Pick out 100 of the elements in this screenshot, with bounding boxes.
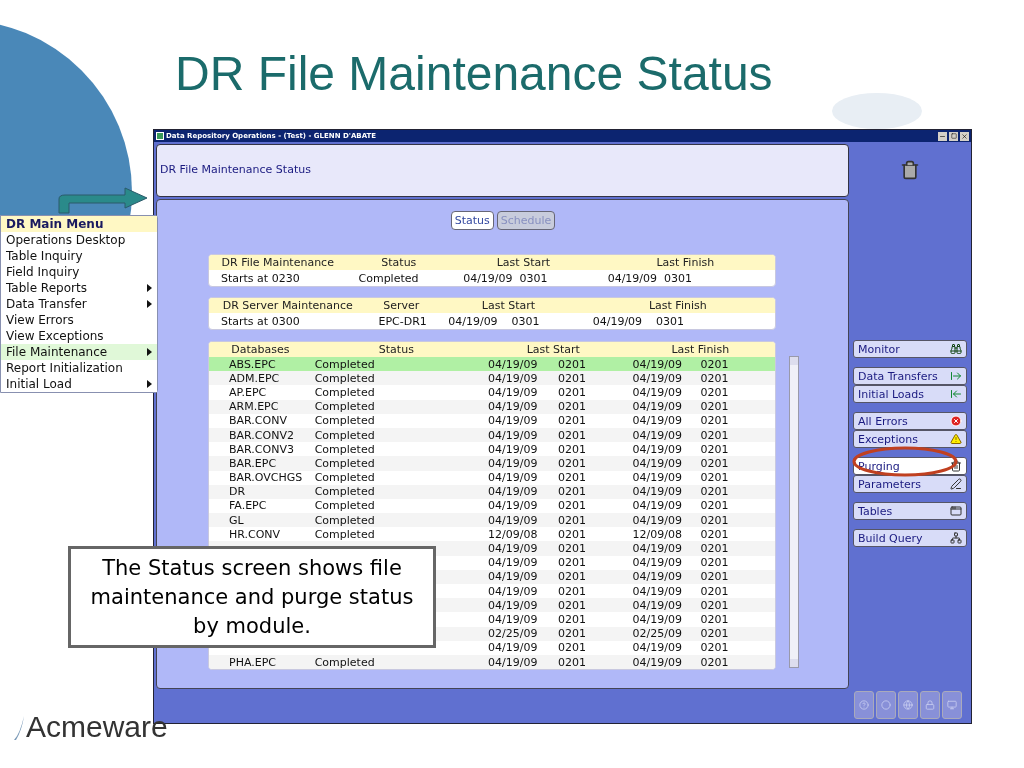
column-header: Last Finish (647, 300, 708, 311)
table-cell-text: 04/19/09 (632, 401, 683, 413)
table-cell-text: 04/19/09 (488, 401, 539, 413)
table-cell: 0201 (700, 472, 729, 484)
table-cell-text: 04/19/09 (632, 571, 683, 583)
table-cell-text: 04/19/09 (488, 557, 539, 569)
table-cell-text: 04/19/09 (488, 415, 539, 427)
table-cell: 0201 (558, 599, 587, 611)
table-cell-text: Completed (313, 358, 376, 370)
table-cell-text: 04/19/09 (632, 457, 683, 469)
company-logo: Acmeware (26, 712, 168, 742)
table-cell-text: 04/19/09 0301 (447, 315, 541, 327)
table-cell: 0201 (700, 415, 729, 427)
table-cell-text: Completed (313, 415, 376, 427)
table-cell-text: 12/09/08 (488, 528, 539, 540)
screen-title: DR File Maintenance Status (160, 162, 311, 179)
column-header: Last Start (525, 344, 581, 355)
table-cell-text: ARM.EPC (228, 401, 280, 413)
table-cell-text: 04/19/09 (632, 557, 683, 569)
table-cell: 0201 (558, 457, 587, 469)
table-cell-text: BAR.CONV2 (228, 429, 295, 441)
table-cell: 0201 (700, 656, 729, 668)
table-cell-text: 04/19/09 (488, 543, 539, 555)
column-header: DR Server Maintenance (221, 300, 354, 311)
table-cell: 0201 (558, 415, 587, 427)
table-cell-text: Starts at 0230 (220, 272, 301, 284)
table-cell-text: Completed (313, 528, 376, 540)
column-header: Status (380, 257, 418, 268)
table-cell-text: 04/19/09 (632, 599, 683, 611)
table-cell: 0201 (558, 372, 587, 384)
table-cell-text: ABS.EPC (228, 358, 277, 370)
table-cell: 0201 (558, 656, 587, 668)
table-cell-text: Completed (313, 457, 376, 469)
table-cell: 0201 (700, 628, 729, 640)
table-cell-text: 04/19/09 (632, 613, 683, 625)
table-cell: 0201 (558, 486, 587, 498)
table-cell-text: 04/19/09 (488, 372, 539, 384)
table-cell-text: Completed (357, 272, 420, 284)
table-cell: 0201 (700, 599, 729, 611)
table-cell: 0201 (558, 528, 587, 540)
table-cell: 0201 (700, 642, 729, 654)
table-cell-text: 04/19/09 (632, 543, 683, 555)
table-cell: 0201 (558, 443, 587, 455)
table-cell-text: AP.EPC (228, 386, 268, 398)
table-cell-text: 04/19/09 (488, 613, 539, 625)
table-cell-text: 02/25/09 (632, 628, 683, 640)
table-cell-text: ADM.EPC (228, 372, 281, 384)
table-cell-text: 04/19/09 (488, 457, 539, 469)
table-cell: 0201 (558, 358, 587, 370)
table-cell-text: BAR.CONV3 (228, 443, 295, 455)
table-cell: 0201 (558, 642, 587, 654)
table-cell-text: 04/19/09 (488, 443, 539, 455)
table-cell-text: 04/19/09 (488, 585, 539, 597)
table-cell-text: Completed (313, 401, 376, 413)
column-header: Server (382, 300, 421, 311)
table-cell: 0201 (558, 543, 587, 555)
column-header: Last Finish (670, 344, 731, 355)
table-cell-text: BAR.CONV (228, 415, 288, 427)
table-cell-text: 04/19/09 0301 (591, 315, 686, 327)
table-cell: 0201 (558, 628, 587, 640)
table-cell: 0201 (558, 585, 587, 597)
table-cell-text: Completed (313, 386, 376, 398)
table-cell: 0201 (700, 613, 729, 625)
table-cell-text: GL (228, 514, 245, 526)
table-cell-text: BAR.OVCHGS (228, 472, 304, 484)
table-cell: 0201 (700, 571, 729, 583)
table-cell: 0201 (700, 457, 729, 469)
table-cell-text: Completed (313, 486, 376, 498)
table-cell: 0201 (700, 372, 729, 384)
table-cell: 0201 (700, 514, 729, 526)
table-cell-text: 04/19/09 (488, 656, 539, 668)
table-cell-text: Completed (313, 656, 376, 668)
table-cell-text: FA.EPC (228, 500, 268, 512)
table-cell-text: 04/19/09 (632, 358, 683, 370)
table-cell-text: 04/19/09 (632, 415, 683, 427)
table-cell-text: 04/19/09 (632, 514, 683, 526)
table-cell-text: 04/19/09 (632, 585, 683, 597)
table-cell-text: 04/19/09 (632, 656, 683, 668)
table-cell-text: 12/09/08 (632, 528, 683, 540)
table-cell: 0201 (700, 386, 729, 398)
table-cell-text: 04/19/09 (632, 386, 683, 398)
table-cell-text: 04/19/09 (488, 571, 539, 583)
table-cell-text: 04/19/09 (488, 599, 539, 611)
table-cell-text: Completed (313, 500, 376, 512)
table-cell-text: Completed (313, 443, 376, 455)
slide-title: DR File Maintenance Status (175, 50, 774, 98)
table-cell: 0201 (700, 358, 729, 370)
table-cell-text: 04/19/09 (488, 500, 539, 512)
table-cell-text: 04/19/09 (488, 358, 539, 370)
table-cell: 0201 (700, 557, 729, 569)
table-cell-text: 04/19/09 (632, 372, 683, 384)
table-cell-text: 04/19/09 (488, 472, 539, 484)
table-cell-text: 04/19/09 (488, 514, 539, 526)
table-cell-text: Completed (313, 429, 376, 441)
table-cell: 0201 (700, 443, 729, 455)
table-cell-text: 04/19/09 0301 (606, 272, 694, 284)
table-cell-text: 04/19/09 (488, 486, 539, 498)
table-cell-text: 04/19/09 (488, 642, 539, 654)
table-cell: 0201 (558, 571, 587, 583)
column-header: Status (377, 344, 415, 355)
